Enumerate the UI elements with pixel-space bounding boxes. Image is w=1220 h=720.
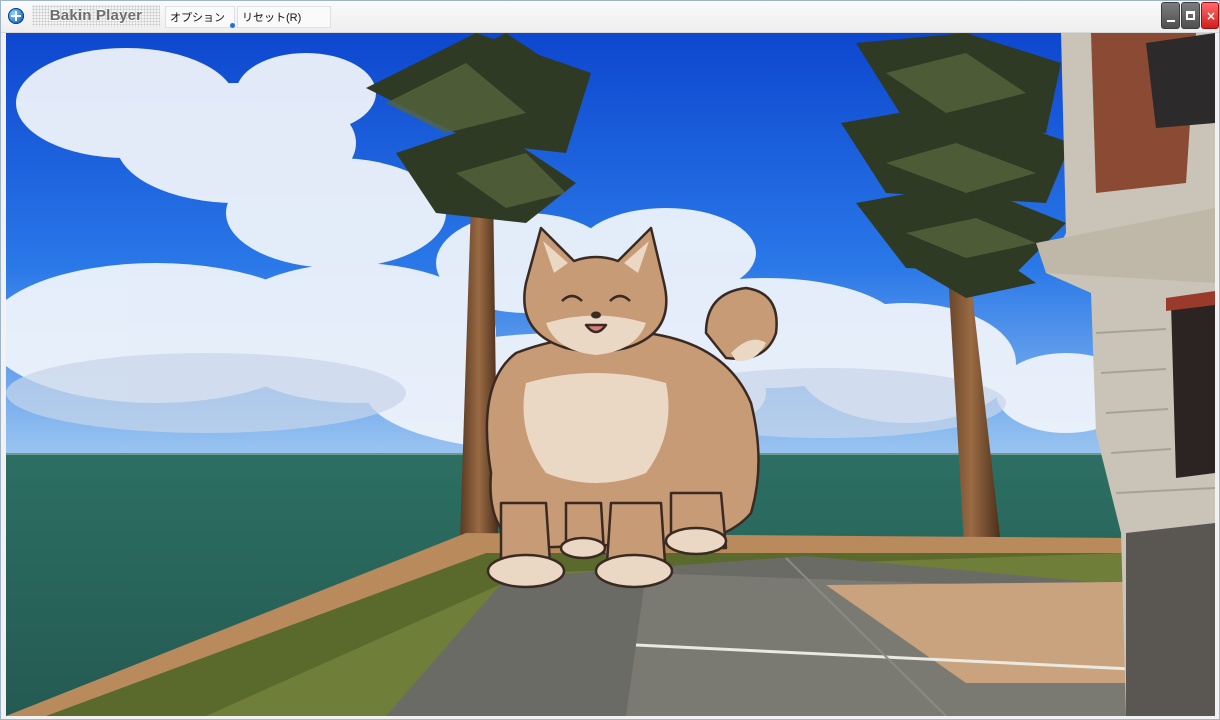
bakin-player-icon[interactable] [8, 8, 24, 24]
game-viewport[interactable] [6, 33, 1215, 716]
maximize-button[interactable] [1181, 2, 1200, 29]
game-scene [6, 33, 1215, 716]
game-window: Bakin Player オプション(O) リセット(R) Ctrl+C × [0, 0, 1220, 720]
menu-indicator-dot [230, 23, 235, 28]
cat-paw [664, 526, 728, 556]
window-title: Bakin Player [49, 7, 143, 24]
options-menu[interactable]: オプション(O) [165, 6, 235, 46]
minimize-button[interactable] [1161, 2, 1180, 29]
close-button[interactable]: × [1201, 2, 1219, 29]
reset-menu[interactable]: リセット(R) Ctrl+C [237, 6, 331, 46]
cat-paw [559, 536, 607, 560]
maximize-icon [1186, 11, 1195, 20]
title-box: Bakin Player [32, 5, 160, 27]
cat-paw [486, 553, 566, 589]
close-icon: × [1205, 9, 1217, 23]
minimize-icon [1167, 20, 1175, 22]
cat-paw [594, 553, 674, 589]
title-bar: Bakin Player オプション(O) リセット(R) Ctrl+C × [1, 1, 1219, 46]
